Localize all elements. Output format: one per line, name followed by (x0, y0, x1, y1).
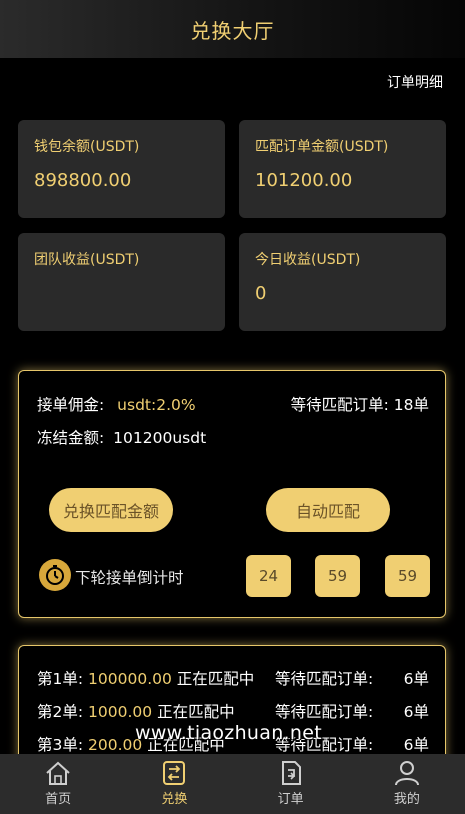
wallet-balance-card: 钱包余额(USDT) 898800.00 (18, 120, 225, 218)
match-amount: 100000.00 (88, 670, 172, 688)
matched-order-amount-value: 101200.00 (255, 170, 353, 191)
wallet-balance-label: 钱包余额(USDT) (34, 139, 140, 155)
match-waiting-value: 6单 (403, 670, 429, 688)
match-prefix: 第1单: (37, 670, 84, 688)
commission-value: usdt:2.0% (117, 396, 196, 414)
nav-label-mine: 我的 (393, 792, 420, 807)
watermark: www.tiaozhuan.net (135, 722, 322, 744)
order-detail-link[interactable]: 订单明细 (387, 72, 443, 92)
nav-label-orders: 订单 (277, 792, 304, 807)
match-row: 第1单: 100000.00 正在匹配中 等待匹配订单: 6单 (37, 667, 429, 689)
auto-match-button[interactable]: 自动匹配 (266, 488, 390, 532)
nav-item-exchange[interactable]: 兑换 (116, 754, 232, 814)
frozen-amount-row: 冻结金额: 101200usdt (37, 426, 206, 448)
match-waiting-value: 6单 (403, 703, 429, 721)
match-row-left: 第1单: 100000.00 正在匹配中 (37, 667, 254, 689)
matched-order-amount-label: 匹配订单金额(USDT) (255, 139, 389, 155)
match-amount: 1000.00 (88, 703, 153, 721)
match-status: 正在匹配中 (157, 703, 235, 721)
top-bar: 兑换大厅 (0, 0, 465, 58)
match-row: 第2单: 1000.00 正在匹配中 等待匹配订单: 6单 (37, 700, 429, 722)
commission-label: 接单佣金: (37, 396, 105, 414)
nav-label-exchange: 兑换 (161, 792, 188, 807)
team-earnings-card: 团队收益(USDT) (18, 233, 225, 331)
commission-row: 接单佣金: usdt:2.0% (37, 393, 196, 415)
match-waiting-value: 6单 (403, 736, 429, 754)
countdown-label: 下轮接单倒计时 (75, 569, 184, 587)
countdown-hours: 24 (246, 555, 291, 597)
nav-item-mine[interactable]: 我的 (349, 754, 465, 814)
today-earnings-label: 今日收益(USDT) (255, 252, 361, 268)
match-waiting-label: 等待匹配订单: (275, 703, 374, 721)
team-earnings-label: 团队收益(USDT) (34, 252, 140, 268)
user-icon (394, 761, 419, 786)
wallet-balance-value: 898800.00 (34, 170, 132, 191)
frozen-amount-label: 冻结金额: (37, 429, 105, 447)
waiting-orders-value: 18单 (393, 396, 429, 414)
match-status: 正在匹配中 (176, 670, 255, 688)
exchange-match-amount-button[interactable]: 兑换匹配金额 (49, 488, 173, 532)
order-icon (281, 761, 301, 785)
home-icon (46, 761, 70, 785)
page-title: 兑换大厅 (190, 18, 275, 43)
waiting-orders-row: 等待匹配订单: 18单 (291, 393, 429, 415)
today-earnings-card: 今日收益(USDT) 0 (239, 233, 446, 331)
matched-order-amount-card: 匹配订单金额(USDT) 101200.00 (239, 120, 446, 218)
countdown-minutes: 59 (315, 555, 360, 597)
bottom-nav: 首页 兑换 订单 我的 (0, 754, 465, 814)
nav-label-home: 首页 (45, 792, 72, 807)
order-taking-panel: 接单佣金: usdt:2.0% 等待匹配订单: 18单 冻结金额: 101200… (18, 370, 446, 618)
nav-item-home[interactable]: 首页 (0, 754, 116, 814)
match-prefix: 第2单: (37, 703, 84, 721)
match-prefix: 第3单: (37, 736, 84, 754)
waiting-orders-label: 等待匹配订单: (290, 396, 389, 414)
match-waiting-label: 等待匹配订单: (275, 670, 374, 688)
match-row-left: 第2单: 1000.00 正在匹配中 (37, 700, 235, 722)
nav-item-orders[interactable]: 订单 (233, 754, 349, 814)
frozen-amount-value: 101200usdt (113, 429, 207, 447)
exchange-icon (163, 761, 186, 785)
countdown-seconds: 59 (385, 555, 430, 597)
timer-icon (39, 559, 71, 591)
today-earnings-value: 0 (255, 283, 267, 304)
